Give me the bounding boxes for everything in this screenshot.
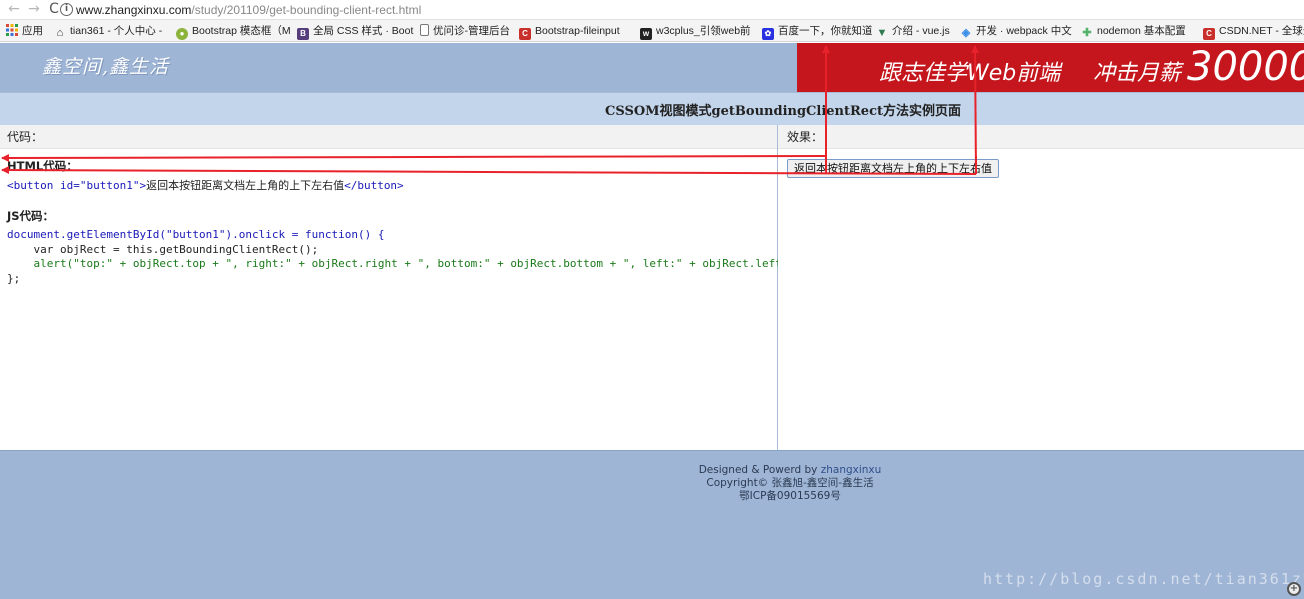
hat-icon: ⌂ — [56, 27, 64, 39]
browser-window: ← → C i www.zhangxinxu.com/study/201109/… — [0, 0, 1304, 599]
baidu-paw-icon: ✿ — [762, 28, 774, 40]
url-host: www.zhangxinxu.com — [76, 3, 192, 17]
bookmark-w3cplus[interactable]: w w3cplus_引领web前 — [640, 23, 751, 40]
js-code-line: var objRect = this.getBoundingClientRect… — [7, 242, 319, 256]
bookmark-label: 应用 — [22, 25, 43, 37]
bookmark-label: 介绍 - vue.js — [892, 25, 950, 37]
footer-credit-text: Designed & Powerd by — [698, 464, 818, 476]
info-icon[interactable]: i — [60, 3, 73, 16]
page-title: CSSOM视图模式getBoundingClientRect方法实例页面 — [605, 104, 961, 119]
js-code-line: document.getElementById("button1").oncli… — [7, 228, 385, 241]
bookmark-label: w3cplus_引领web前 — [656, 25, 751, 37]
bookmark-youwenzhen[interactable]: 优问诊-管理后台 — [420, 23, 510, 39]
bookmark-label: Bootstrap 模态框（M — [192, 25, 291, 37]
js-code-line: alert("top:" + objRect.top + ", right:" … — [7, 257, 796, 270]
footer-credits: Designed & Powerd by zhangxinxu — [0, 464, 1304, 477]
site-header: 鑫空间,鑫生活 跟志佳学Web前端 冲击月薪 30000 — [0, 43, 1304, 92]
csdn-icon: C — [1203, 28, 1215, 40]
vue-icon: ▼ — [876, 27, 888, 39]
bookmark-label: 优问诊-管理后台 — [433, 25, 510, 37]
banner-number: 30000 — [1187, 44, 1304, 90]
bookmark-tian361[interactable]: ⌂ tian361 - 个人中心 - — [54, 23, 163, 39]
site-footer: Designed & Powerd by zhangxinxu Copyrigh… — [0, 450, 1304, 599]
footer-copyright: Copyright© 张鑫旭-鑫空间-鑫生活 — [706, 477, 874, 489]
nodemon-icon: ✚ — [1082, 27, 1092, 39]
bookmark-bootstrap-css[interactable]: B 全局 CSS 样式 · Boot — [297, 23, 414, 40]
url-path: /study/201109/get-bounding-client-rect.h… — [191, 3, 422, 17]
w3c-icon: w — [640, 28, 652, 40]
demo-button[interactable]: 返回本按钮距离文档左上角的上下左右值 — [787, 159, 999, 178]
author-link[interactable]: zhangxinxu — [821, 464, 882, 476]
bookmark-webpack[interactable]: ◈ 开发 · webpack 中文 — [960, 23, 1072, 39]
back-arrow-icon[interactable]: ← — [6, 1, 22, 17]
banner-text-2: 冲击月薪 — [1093, 61, 1182, 86]
js-code-label: JS代码： — [7, 209, 55, 223]
html-button-text: 返回本按钮距离文档左上角的上下左右值 — [146, 179, 345, 192]
bookmark-label: 百度一下，你就知道 — [778, 25, 873, 37]
csdn-c-icon: C — [519, 28, 531, 40]
watermark: http://blog.csdn.net/tian361zy — [983, 570, 1304, 588]
bookmarks-bar: 应用 ⌂ tian361 - 个人中心 - ● Bootstrap 模态框（M B全… — [0, 20, 1304, 42]
bookmark-baidu[interactable]: ✿ 百度一下，你就知道 — [762, 23, 873, 40]
html-open-tag: <button id="button1"> — [7, 179, 147, 192]
effect-panel-heading: 效果： — [778, 125, 1304, 149]
bookmark-bootstrap-modal[interactable]: ● Bootstrap 模态框（M — [176, 23, 291, 40]
html-close-tag: </button> — [344, 179, 404, 192]
banner-text-1: 跟志佳学Web前端 — [879, 61, 1061, 86]
bookmark-csdn[interactable]: C CSDN.NET - 全球最 — [1203, 23, 1304, 40]
url-field[interactable]: www.zhangxinxu.com/study/201109/get-boun… — [76, 2, 421, 18]
bootstrap-icon: ● — [176, 28, 188, 40]
bookmark-label: 开发 · webpack 中文 — [976, 25, 1072, 37]
js-code-block: document.getElementById("button1").oncli… — [7, 228, 795, 286]
bookmark-apps[interactable]: 应用 — [6, 23, 43, 39]
bookmark-label: tian361 - 个人中心 - — [70, 25, 163, 37]
forward-arrow-icon[interactable]: → — [26, 1, 42, 17]
code-panel: 代码： HTML代码： <button id="button1">返回本按钮距离… — [0, 125, 795, 450]
bookmark-label: 全局 CSS 样式 · Boot — [313, 25, 414, 37]
webpack-icon: ◈ — [961, 27, 971, 39]
bookmark-vue[interactable]: ▼ 介绍 - vue.js — [876, 23, 950, 39]
bookmark-label: nodemon 基本配置 — [1097, 25, 1186, 37]
bootstrap-b-icon: B — [297, 28, 309, 40]
title-bar: CSSOM视图模式getBoundingClientRect方法实例页面 — [0, 92, 1304, 125]
ad-banner[interactable]: 跟志佳学Web前端 冲击月薪 30000 — [797, 43, 1304, 92]
address-bar: ← → C i www.zhangxinxu.com/study/201109/… — [0, 0, 1304, 20]
js-code-line: }; — [7, 271, 21, 285]
code-panel-heading: 代码： — [0, 125, 777, 149]
zoom-icon[interactable]: + — [1287, 582, 1301, 596]
page-icon — [420, 24, 429, 36]
html-code-block: <button id="button1">返回本按钮距离文档左上角的上下左右值<… — [7, 179, 404, 194]
bookmark-fileinput[interactable]: C Bootstrap-fileinput — [519, 23, 620, 40]
bookmark-label: CSDN.NET - 全球最 — [1219, 25, 1304, 37]
footer-icp: 鄂ICP备09015569号 — [739, 490, 841, 502]
effect-panel: 效果： 返回本按钮距离文档左上角的上下左右值 — [778, 125, 1304, 450]
site-logo[interactable]: 鑫空间,鑫生活 — [42, 52, 169, 79]
bookmark-label: Bootstrap-fileinput — [535, 25, 620, 37]
html-code-label: HTML代码： — [7, 159, 78, 173]
apps-grid-icon — [6, 24, 18, 36]
bookmark-nodemon[interactable]: ✚ nodemon 基本配置 — [1081, 23, 1186, 39]
